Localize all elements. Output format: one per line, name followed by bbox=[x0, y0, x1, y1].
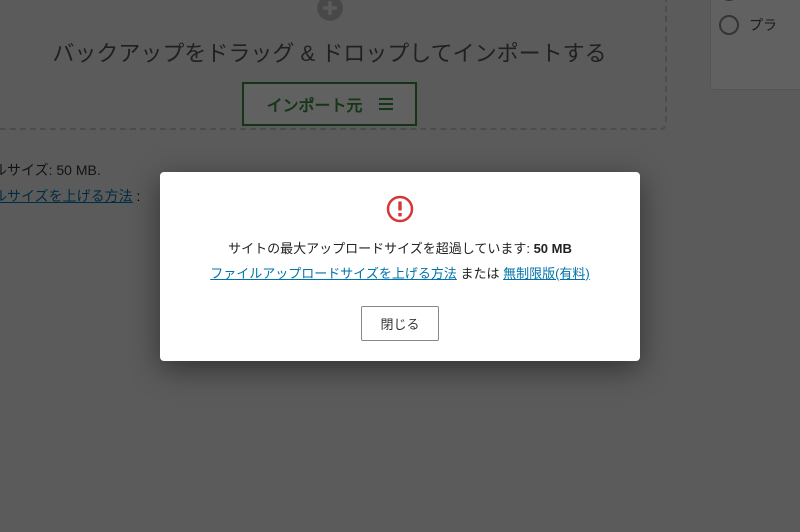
modal-overlay[interactable]: サイトの最大アップロードサイズを超過しています: 50 MB ファイルアップロー… bbox=[0, 0, 800, 532]
modal-links: ファイルアップロードサイズを上げる方法 または 無制限版(有料) bbox=[184, 263, 616, 282]
modal-message: サイトの最大アップロードサイズを超過しています: 50 MB bbox=[184, 238, 616, 257]
unlimited-version-link[interactable]: 無制限版(有料) bbox=[503, 266, 590, 281]
upload-limit-modal: サイトの最大アップロードサイズを超過しています: 50 MB ファイルアップロー… bbox=[160, 172, 640, 361]
close-button[interactable]: 閉じる bbox=[361, 306, 438, 341]
warning-icon bbox=[184, 194, 616, 224]
increase-upload-size-link[interactable]: ファイルアップロードサイズを上げる方法 bbox=[210, 266, 457, 281]
